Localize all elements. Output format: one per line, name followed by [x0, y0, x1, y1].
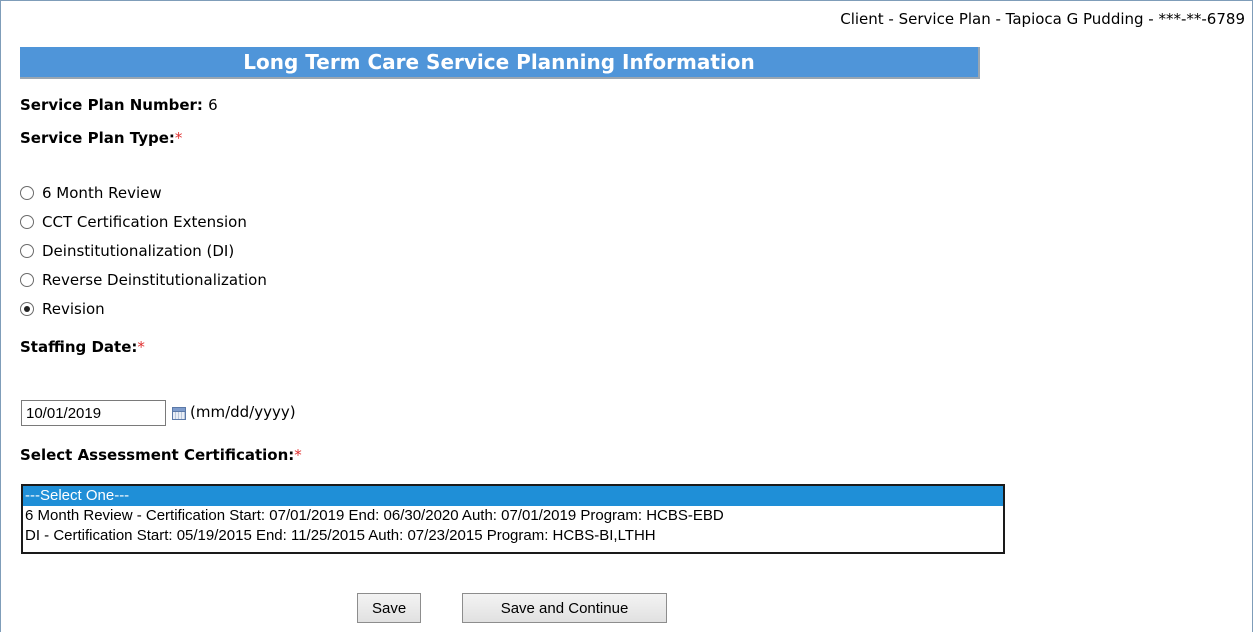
calendar-icon[interactable] [172, 407, 186, 420]
plan-number-value: 6 [208, 96, 218, 114]
plan-type-heading: Service Plan Type:* [20, 129, 182, 147]
breadcrumb: Client - Service Plan - Tapioca G Puddin… [840, 10, 1245, 28]
assessment-label: Select Assessment Certification: [20, 446, 295, 464]
save-and-continue-button[interactable]: Save and Continue [462, 593, 667, 623]
plan-number-row: Service Plan Number: 6 [20, 96, 218, 114]
listbox-option-di[interactable]: DI - Certification Start: 05/19/2015 End… [23, 526, 1003, 546]
radio-label: CCT Certification Extension [42, 213, 247, 231]
staffing-date-label: Staffing Date: [20, 338, 138, 356]
radio-label: Reverse Deinstitutionalization [42, 271, 267, 289]
radio-button[interactable] [20, 244, 34, 258]
required-marker: * [137, 338, 145, 356]
radio-label: Revision [42, 300, 105, 318]
save-button[interactable]: Save [357, 593, 421, 623]
radio-button[interactable] [20, 186, 34, 200]
date-format-hint: (mm/dd/yyyy) [190, 403, 296, 421]
radio-button[interactable] [20, 273, 34, 287]
radio-cct-certification-extension[interactable]: CCT Certification Extension [20, 213, 247, 231]
listbox-option-6-month-review[interactable]: 6 Month Review - Certification Start: 07… [23, 506, 1003, 526]
staffing-date-heading: Staffing Date:* [20, 338, 145, 356]
radio-label: Deinstitutionalization (DI) [42, 242, 235, 260]
plan-number-label: Service Plan Number: [20, 96, 203, 114]
radio-button-checked[interactable] [20, 302, 34, 316]
listbox-option-select-one[interactable]: ---Select One--- [23, 486, 1003, 506]
radio-deinstitutionalization[interactable]: Deinstitutionalization (DI) [20, 242, 234, 260]
plan-type-label: Service Plan Type: [20, 129, 175, 147]
required-marker: * [294, 446, 302, 464]
radio-6-month-review[interactable]: 6 Month Review [20, 184, 162, 202]
radio-button[interactable] [20, 215, 34, 229]
staffing-date-input[interactable] [21, 400, 166, 426]
required-marker: * [174, 129, 183, 147]
radio-reverse-deinstitutionalization[interactable]: Reverse Deinstitutionalization [20, 271, 267, 289]
assessment-heading: Select Assessment Certification:* [20, 446, 302, 464]
assessment-certification-listbox[interactable]: ---Select One--- 6 Month Review - Certif… [21, 484, 1005, 554]
radio-label: 6 Month Review [42, 184, 162, 202]
page-title: Long Term Care Service Planning Informat… [20, 47, 980, 79]
radio-revision[interactable]: Revision [20, 300, 105, 318]
